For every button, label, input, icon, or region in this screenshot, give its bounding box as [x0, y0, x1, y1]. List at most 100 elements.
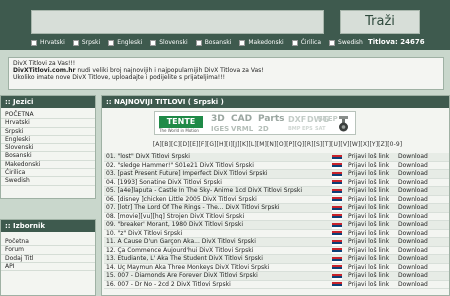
language-checkbox[interactable]	[329, 39, 336, 46]
serbian-flag-icon	[332, 239, 342, 246]
serbian-flag-icon	[332, 171, 342, 178]
subtitle-count: Titlova: 24676	[368, 38, 425, 46]
welcome-text-rest: nudi veliki broj najnovijih i najpopular…	[75, 67, 264, 74]
report-link[interactable]: Prijavi loš link	[348, 170, 389, 178]
download-link[interactable]: Download	[398, 204, 428, 212]
subtitle-title-link[interactable]: 05. [a4e]laputa - Castle In The Sky- Ani…	[106, 187, 324, 195]
download-link[interactable]: Download	[398, 238, 428, 246]
download-link[interactable]: Download	[398, 247, 428, 255]
subtitle-title-link[interactable]: 01. "lost" DivX Titlovi Srpski	[106, 153, 324, 161]
site-name: DivXTitlovi.com.hr	[13, 67, 76, 74]
download-link[interactable]: Download	[398, 196, 428, 204]
language-filter: Hrvatski Srpski Engleski Slovenski Bosanski M…	[31, 38, 363, 47]
download-link[interactable]: Download	[398, 162, 428, 170]
language-checkbox[interactable]	[291, 39, 298, 46]
subtitle-title-link[interactable]: 11. À Cause D'un Garçon Aka... DivX Titl…	[106, 238, 324, 246]
language-option[interactable]: Ćirilica	[291, 39, 321, 46]
subtitle-title-link[interactable]: 02. "sledge Hammer!" S01e21 DivX Titlovi…	[106, 162, 324, 170]
download-link[interactable]: Download	[398, 230, 428, 238]
report-link[interactable]: Prijavi loš link	[348, 204, 389, 212]
serbian-flag-icon	[332, 273, 342, 280]
download-link[interactable]: Download	[398, 179, 428, 187]
report-link[interactable]: Prijavi loš link	[348, 213, 389, 221]
jezici-item[interactable]: Bosanski	[1, 152, 95, 161]
report-link[interactable]: Prijavi loš link	[348, 179, 389, 187]
report-link[interactable]: Prijavi loš link	[348, 272, 389, 280]
jezici-item[interactable]: Makedonski	[1, 161, 95, 170]
search-input[interactable]	[31, 10, 324, 34]
download-link[interactable]: Download	[398, 264, 428, 272]
subtitle-title-link[interactable]: 07. [lotr] The Lord Of The Rings - The..…	[106, 204, 324, 212]
jezici-item[interactable]: Swedish	[1, 177, 95, 186]
download-link[interactable]: Download	[398, 281, 428, 289]
jezici-item[interactable]: POČETNA	[1, 111, 95, 120]
language-checkbox[interactable]	[108, 39, 115, 46]
report-link[interactable]: Prijavi loš link	[348, 264, 389, 272]
report-link[interactable]: Prijavi loš link	[348, 162, 389, 170]
subtitle-title-link[interactable]: 12. Ça Commence Aujourd'hui DivX Titlovi…	[106, 247, 324, 255]
izbornik-item[interactable]: Dodaj Titl	[1, 255, 95, 263]
serbian-flag-icon	[332, 154, 342, 161]
language-option[interactable]: Swedish	[329, 39, 363, 46]
report-link[interactable]: Prijavi loš link	[348, 247, 389, 255]
language-option[interactable]: Srpski	[72, 39, 100, 46]
search-button[interactable]: Traži	[340, 10, 420, 34]
language-checkbox[interactable]	[31, 39, 37, 46]
language-option[interactable]: Makedonski	[239, 39, 284, 46]
language-label: Bosanski	[204, 39, 232, 46]
jezici-item[interactable]: Slovenski	[1, 144, 95, 153]
report-link[interactable]: Prijavi loš link	[348, 196, 389, 204]
report-link[interactable]: Prijavi loš link	[348, 221, 389, 229]
banner-word: SAT	[315, 126, 326, 132]
izbornik-item[interactable]: Početna	[1, 238, 95, 247]
subtitle-title-link[interactable]: 04. [1993] Sonatine DivX Titlovi Srpski	[106, 179, 324, 187]
subtitle-title-link[interactable]: 13. Étudiante, L' Aka The Student DivX T…	[106, 255, 324, 263]
jezici-item[interactable]: Hrvatski	[1, 119, 95, 128]
download-link[interactable]: Download	[398, 255, 428, 263]
language-checkbox[interactable]	[195, 39, 202, 46]
banner-word: BMP	[288, 126, 301, 132]
subtitle-title-link[interactable]: 16. 007 - Dr No - 2cd 2 DivX Titlovi Srp…	[106, 281, 324, 289]
report-link[interactable]: Prijavi loš link	[348, 187, 389, 195]
izbornik-item[interactable]: API	[1, 263, 95, 272]
report-link[interactable]: Prijavi loš link	[348, 255, 389, 263]
download-link[interactable]: Download	[398, 213, 428, 221]
subtitle-title-link[interactable]: 14. Üç Maymun Aka Three Monkeys DivX Tit…	[106, 264, 324, 272]
language-checkbox[interactable]	[239, 39, 246, 46]
download-link[interactable]: Download	[398, 221, 428, 229]
language-checkbox[interactable]	[72, 39, 79, 46]
subtitle-row: 16. 007 - Dr No - 2cd 2 DivX Titlovi Srp…	[104, 281, 449, 289]
latest-subtitles-panel: :: NAJNOVIJI TITLOVI ( Srpski ) TENTE Th…	[101, 95, 450, 296]
subtitle-row: 10. "z" DivX Titlovi Srpski Prijavi loš l…	[104, 230, 449, 238]
report-link[interactable]: Prijavi loš link	[348, 238, 389, 246]
report-link[interactable]: Prijavi loš link	[348, 153, 389, 161]
report-link[interactable]: Prijavi loš link	[348, 230, 389, 238]
subtitle-title-link[interactable]: 09. "breaker' Morant, 1980 DivX Titlovi …	[106, 221, 324, 229]
izbornik-item[interactable]: Forum	[1, 246, 95, 255]
ad-banner[interactable]: TENTE The World in Motion 3D CAD Parts D…	[154, 111, 356, 135]
subtitle-title-link[interactable]: 06. [disney ]chicken Little 2005 DivX Ti…	[106, 196, 324, 204]
language-label: Hrvatski	[40, 39, 65, 46]
subtitle-title-link[interactable]: 10. "z" DivX Titlovi Srpski	[106, 230, 324, 238]
download-link[interactable]: Download	[398, 272, 428, 280]
download-link[interactable]: Download	[398, 170, 428, 178]
download-link[interactable]: Download	[398, 187, 428, 195]
language-label: Engleski	[117, 39, 143, 46]
subtitle-title-link[interactable]: 08. [movie][vu][hq] Strojen DivX Titlovi…	[106, 213, 324, 221]
language-option[interactable]: Bosanski	[195, 39, 232, 46]
language-checkbox[interactable]	[150, 39, 157, 46]
jezici-item[interactable]: Srpski	[1, 128, 95, 136]
subtitle-title-link[interactable]: 03. [past Present Future] Imperfect DivX…	[106, 170, 324, 178]
language-option[interactable]: Engleski	[108, 39, 142, 46]
subtitle-row: 11. À Cause D'un Garçon Aka... DivX Titl…	[104, 238, 449, 247]
subtitle-title-link[interactable]: 15. 007 - Diamonds Are Forever DivX Titl…	[106, 272, 324, 280]
jezici-item[interactable]: Engleski	[1, 136, 95, 145]
language-option[interactable]: Slovenski	[150, 39, 188, 46]
language-option[interactable]: Hrvatski	[31, 39, 65, 46]
download-link[interactable]: Download	[398, 153, 428, 161]
serbian-flag-icon	[332, 282, 342, 288]
report-link[interactable]: Prijavi loš link	[348, 281, 389, 289]
subtitle-row: 08. [movie][vu][hq] Strojen DivX Titlovi…	[104, 213, 449, 221]
jezici-item[interactable]: Ćirilica	[1, 169, 95, 178]
alphabet-filter[interactable]: [A][B][C][D][E][F][G][H][I][J][K][L][M][…	[106, 141, 449, 148]
